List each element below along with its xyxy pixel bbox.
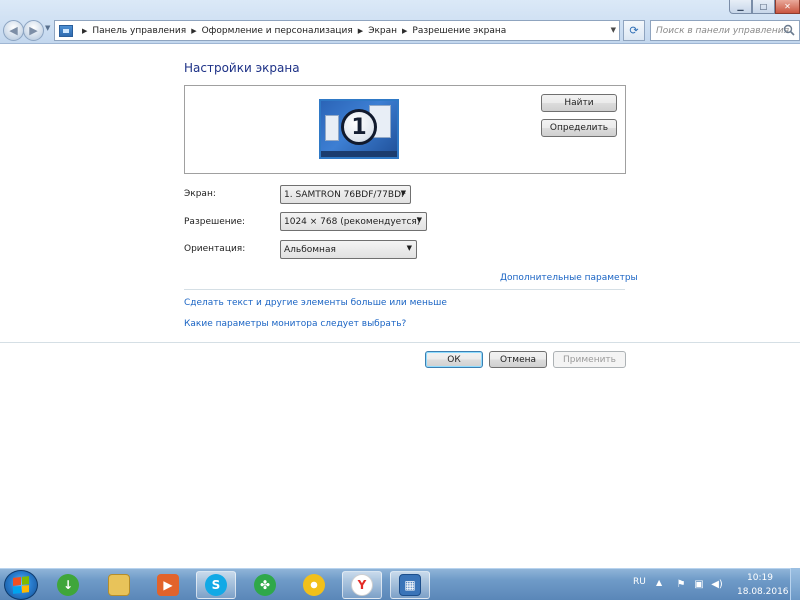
orientation-select[interactable]: Альбомная ▼ xyxy=(280,240,417,259)
taskbar-disc[interactable] xyxy=(294,571,334,599)
back-button[interactable]: ◀ xyxy=(3,20,24,41)
control-panel-icon: ▦ xyxy=(399,574,421,596)
monitor-preview-panel: 1 Найти Определить xyxy=(184,85,626,174)
language-indicator[interactable]: RU xyxy=(633,577,646,587)
search-icon xyxy=(783,24,795,36)
chevron-right-icon[interactable]: ▶ xyxy=(358,27,363,35)
skype-icon: S xyxy=(205,574,227,596)
downloader-icon: ↓ xyxy=(57,574,79,596)
taskbar-skype[interactable]: S xyxy=(196,571,236,599)
screen-select[interactable]: 1. SAMTRON 76BDF/77BDF ▼ xyxy=(280,185,411,204)
window-thumbnail xyxy=(325,115,339,141)
chevron-down-icon[interactable]: ▼ xyxy=(611,26,616,34)
breadcrumb-screen-resolution[interactable]: Разрешение экрана xyxy=(412,26,506,36)
apply-button[interactable]: Применить xyxy=(553,351,626,368)
cancel-button[interactable]: Отмена xyxy=(489,351,547,368)
monitor-icon[interactable]: 1 xyxy=(319,99,399,159)
identify-button[interactable]: Определить xyxy=(541,119,617,137)
taskbar-media-player[interactable]: ▶ xyxy=(148,571,188,599)
recent-pages-dropdown[interactable]: ▼ xyxy=(45,24,53,36)
chevron-down-icon: ▼ xyxy=(416,216,422,224)
yandex-browser-icon: Y xyxy=(351,574,373,596)
chevron-down-icon: ▼ xyxy=(406,244,412,252)
forward-arrow-icon: ▶ xyxy=(29,24,38,37)
monitor-help-link[interactable]: Какие параметры монитора следует выбрать… xyxy=(184,319,406,329)
breadcrumb-display[interactable]: Экран xyxy=(368,26,397,36)
back-arrow-icon: ◀ xyxy=(9,24,18,37)
divider xyxy=(0,342,800,343)
screen-label: Экран: xyxy=(184,189,216,199)
maximize-button[interactable]: □ xyxy=(752,0,775,14)
ok-button[interactable]: ОК xyxy=(425,351,483,368)
taskbar-yandex-browser[interactable]: Y xyxy=(342,571,382,599)
refresh-button[interactable]: ⟳ xyxy=(623,20,645,41)
volume-icon[interactable]: ◀) xyxy=(711,578,723,590)
chevron-right-icon[interactable]: ▶ xyxy=(82,27,87,35)
media-player-icon: ▶ xyxy=(157,574,179,596)
tray-expand-icon[interactable]: ▲ xyxy=(656,578,662,587)
taskbar-downloader[interactable]: ↓ xyxy=(48,571,88,599)
chevron-right-icon[interactable]: ▶ xyxy=(402,27,407,35)
control-panel-icon xyxy=(59,24,73,37)
refresh-icon: ⟳ xyxy=(629,24,639,37)
divider xyxy=(184,289,625,290)
start-button[interactable] xyxy=(4,570,38,600)
breadcrumb-control-panel[interactable]: Панель управления xyxy=(92,26,186,36)
taskbar-explorer[interactable] xyxy=(99,571,139,599)
taskbar-clover[interactable]: ✤ xyxy=(245,571,285,599)
taskbar-thumbnail xyxy=(321,151,397,157)
explorer-icon xyxy=(108,574,130,596)
search-input[interactable]: Поиск в панели управления xyxy=(650,20,800,41)
resolution-label: Разрешение: xyxy=(184,217,246,227)
find-button[interactable]: Найти xyxy=(541,94,617,112)
show-desktop-button[interactable] xyxy=(790,568,800,600)
screen-select-value: 1. SAMTRON 76BDF/77BDF xyxy=(284,189,407,200)
breadcrumb-appearance[interactable]: Оформление и персонализация xyxy=(202,26,353,36)
clock-time[interactable]: 10:19 xyxy=(747,573,773,583)
minimize-button[interactable]: ▁ xyxy=(729,0,752,14)
address-bar[interactable]: ▶ Панель управления ▶ Оформление и персо… xyxy=(54,20,620,41)
text-size-link[interactable]: Сделать текст и другие элементы больше и… xyxy=(184,298,447,308)
chevron-down-icon: ▼ xyxy=(400,189,406,197)
resolution-select[interactable]: 1024 × 768 (рекомендуется) ▼ xyxy=(280,212,427,231)
clover-icon: ✤ xyxy=(254,574,276,596)
windows-logo-icon xyxy=(13,576,29,594)
taskbar-control-panel[interactable]: ▦ xyxy=(390,571,430,599)
monitor-number-badge: 1 xyxy=(341,109,377,145)
advanced-settings-link[interactable]: Дополнительные параметры xyxy=(500,273,638,283)
page-title: Настройки экрана xyxy=(184,61,300,75)
orientation-label: Ориентация: xyxy=(184,244,246,254)
forward-button[interactable]: ▶ xyxy=(23,20,44,41)
search-placeholder: Поиск в панели управления xyxy=(656,25,789,36)
action-center-icon[interactable]: ⚑ xyxy=(675,578,687,590)
network-icon[interactable]: ▣ xyxy=(693,578,705,590)
disc-icon xyxy=(303,574,325,596)
chevron-right-icon[interactable]: ▶ xyxy=(191,27,196,35)
orientation-select-value: Альбомная xyxy=(284,244,336,255)
resolution-select-value: 1024 × 768 (рекомендуется) xyxy=(284,216,421,227)
close-button[interactable]: ✕ xyxy=(775,0,800,14)
address-toolbar: ▁ □ ✕ ◀ ▶ ▼ ▶ Панель управления ▶ Оформл… xyxy=(0,0,800,44)
clock-date[interactable]: 18.08.2016 xyxy=(737,587,789,597)
